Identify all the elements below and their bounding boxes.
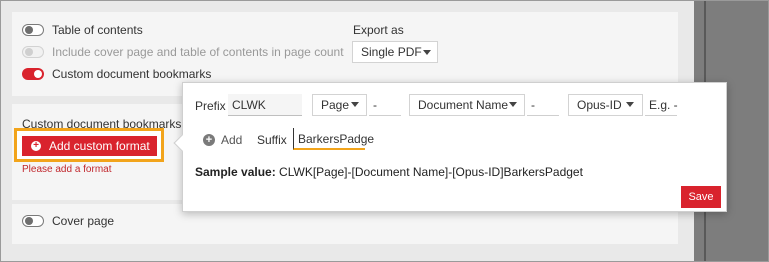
sample-value: Sample value: CLWK[Page]-[Document Name]… xyxy=(195,165,583,179)
chevron-down-icon xyxy=(423,50,431,55)
example-separator-input[interactable]: E.g. - xyxy=(645,94,678,116)
toggle-knob xyxy=(34,70,42,78)
export-as-value: Single PDF xyxy=(361,45,422,59)
segment-select-1-value: Page xyxy=(321,98,350,112)
export-as-label: Export as xyxy=(353,23,404,37)
add-custom-format-label: Add custom format xyxy=(49,139,150,153)
segment-select-3-value: Opus-ID xyxy=(577,98,622,112)
custom-format-popup: Prefix CLWK Page - Document Name - Opus-… xyxy=(173,82,727,212)
prefix-input[interactable]: CLWK xyxy=(228,94,302,116)
toc-label: Table of contents xyxy=(52,23,143,37)
suffix-label: Suffix xyxy=(257,133,287,147)
sample-value-label: Sample value: xyxy=(195,165,276,179)
toc-toggle[interactable] xyxy=(22,24,44,36)
add-segment-label: Add xyxy=(221,133,243,147)
segment-select-2[interactable]: Document Name xyxy=(409,94,525,116)
add-custom-format-button[interactable]: + Add custom format xyxy=(22,136,157,156)
toggle-knob xyxy=(25,48,33,56)
segment-select-3[interactable]: Opus-ID xyxy=(568,94,643,116)
chevron-down-icon xyxy=(351,102,359,107)
separator-input-2[interactable]: - xyxy=(527,94,559,116)
sample-value-text: CLWK[Page]-[Document Name]-[Opus-ID]Bark… xyxy=(279,165,583,179)
save-button[interactable]: Save xyxy=(681,186,721,208)
export-as-select[interactable]: Single PDF xyxy=(352,41,438,63)
segment-select-1[interactable]: Page xyxy=(312,94,367,116)
prefix-label: Prefix xyxy=(195,99,226,113)
custom-bookmarks-toggle[interactable] xyxy=(22,68,44,80)
toggle-knob xyxy=(25,217,33,225)
suffix-input[interactable]: BarkersPadge xyxy=(293,128,374,150)
cover-page-label: Cover page xyxy=(52,214,115,228)
error-message: Please add a format xyxy=(22,164,112,175)
include-cover-toggle xyxy=(22,46,44,58)
toggle-knob xyxy=(25,26,33,34)
chevron-down-icon xyxy=(626,102,634,107)
plus-circle-icon: + xyxy=(31,141,41,151)
chevron-down-icon xyxy=(509,102,517,107)
add-format-highlight: + Add custom format xyxy=(14,128,164,162)
custom-bookmarks-label: Custom document bookmarks xyxy=(52,67,212,81)
segment-select-2-value: Document Name xyxy=(418,98,509,112)
include-cover-label: Include cover page and table of contents… xyxy=(52,45,344,59)
cover-page-toggle[interactable] xyxy=(22,215,44,227)
separator-input-1[interactable]: - xyxy=(369,94,401,116)
plus-circle-icon: + xyxy=(203,134,215,146)
